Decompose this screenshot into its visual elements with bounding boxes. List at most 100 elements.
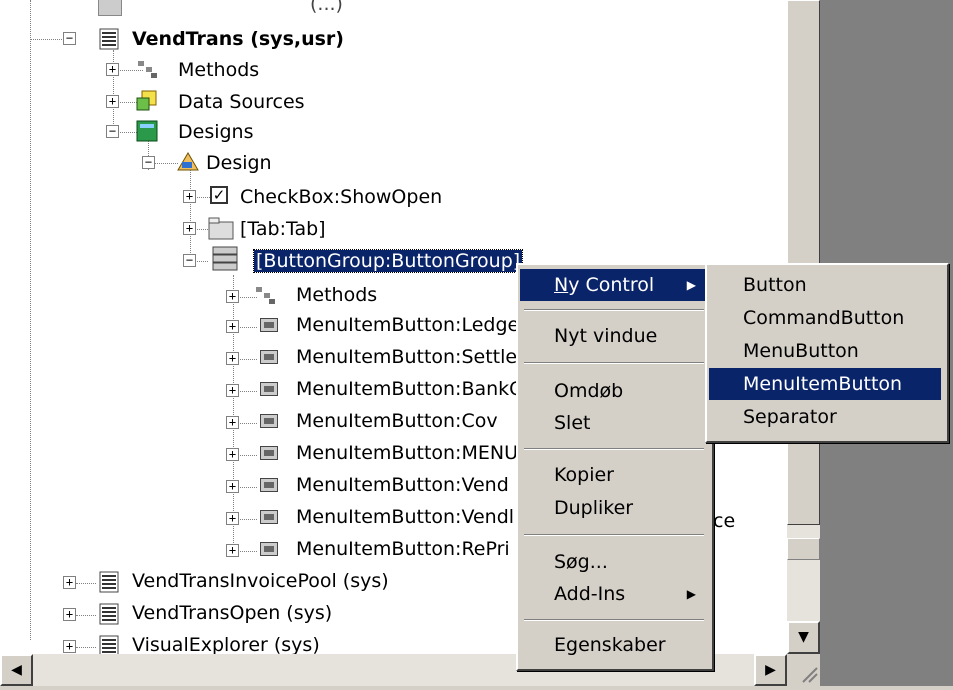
partial-text: ce (713, 505, 735, 537)
menuitembutton-icon (260, 318, 278, 332)
menu-item-sog[interactable]: Søg... (520, 546, 706, 578)
submenu-arrow-icon: ▶ (686, 587, 696, 601)
menuitembutton-icon (260, 542, 278, 556)
context-menu: Ny Control ▶ Nyt vindue Omdøb Slet Kopier… (516, 263, 714, 671)
tree-node-menuitembutton[interactable]: MenuItemButton:Ledge (296, 309, 519, 341)
collapse-icon[interactable]: − (142, 156, 155, 169)
tree-guide-line (190, 170, 191, 255)
designs-icon (136, 120, 158, 142)
node-label: MenuItemButton:Vend (296, 474, 509, 496)
scrollbar-thumb-lower[interactable] (787, 538, 820, 560)
tab-icon (208, 216, 234, 240)
expand-icon[interactable]: + (183, 222, 196, 235)
tree-node-menuitembutton[interactable]: MenuItemButton:MENU (296, 437, 518, 469)
resize-grip-icon[interactable] (787, 654, 820, 686)
node-label: MenuItemButton:MENU (296, 442, 518, 464)
submenu-item-button[interactable]: Button (709, 269, 941, 301)
form-icon (98, 635, 120, 654)
node-label: VisualExplorer (sys) (132, 634, 320, 654)
submenu-item-menuitembutton[interactable]: MenuItemButton (709, 368, 941, 400)
collapse-icon[interactable]: − (106, 125, 119, 138)
node-label: MenuItemButton:RePri (296, 538, 510, 560)
menu-item-egenskaber[interactable]: Egenskaber (520, 629, 706, 661)
tree-node-menuitembutton[interactable]: MenuItemButton:Vendl (296, 501, 514, 533)
expand-icon[interactable]: + (226, 544, 239, 557)
form-icon (98, 603, 120, 625)
menu-item-nyt-vindue[interactable]: Nyt vindue (520, 320, 706, 352)
expand-icon[interactable]: + (106, 63, 119, 76)
partial-label: ce (713, 510, 736, 532)
menu-item-label: Add-Ins (554, 583, 626, 605)
datasources-icon (136, 90, 158, 112)
expand-icon[interactable]: + (183, 190, 196, 203)
menu-separator (524, 309, 704, 311)
tree-node-checkbox[interactable]: CheckBox:ShowOpen (240, 181, 442, 213)
menu-separator (524, 619, 704, 621)
expand-icon[interactable]: + (226, 384, 239, 397)
methods-icon (136, 58, 158, 80)
methods-icon (254, 284, 276, 306)
tree-node-tab[interactable]: [Tab:Tab] (240, 213, 326, 245)
tree-node-data-sources[interactable]: Data Sources (178, 86, 305, 118)
tree-node-form[interactable]: VisualExplorer (sys) (132, 629, 320, 654)
expand-icon[interactable]: + (63, 640, 76, 653)
scroll-right-button[interactable]: ▶ (754, 654, 787, 686)
menu-separator (524, 362, 704, 364)
node-label: Data Sources (178, 91, 305, 113)
submenu-item-commandbutton[interactable]: CommandButton (709, 302, 941, 334)
tree-node-menuitembutton[interactable]: MenuItemButton:Settle (296, 341, 517, 373)
submenu-item-menubutton[interactable]: MenuButton (709, 335, 941, 367)
node-label: MenuItemButton:Ledge (296, 314, 520, 336)
menu-item-add-ins[interactable]: Add-Ins ▶ (520, 578, 706, 610)
tree-node-menuitembutton[interactable]: MenuItemButton:Cov (296, 405, 498, 437)
design-icon (176, 150, 199, 172)
buttongroup-icon (212, 246, 238, 271)
menu-item-slet[interactable]: Slet (520, 407, 706, 439)
checkbox-icon: ✓ (210, 186, 228, 204)
table-icon (98, 0, 122, 16)
tree-node-form[interactable]: VendTransOpen (sys) (132, 597, 332, 629)
scroll-left-button[interactable]: ◀ (0, 654, 33, 686)
expand-icon[interactable]: + (226, 320, 239, 333)
tree-node-methods-child[interactable]: Methods (296, 279, 377, 311)
expand-icon[interactable]: + (226, 290, 239, 303)
node-label: [ButtonGroup:ButtonGroup] (252, 249, 524, 273)
scroll-down-button[interactable]: ▼ (787, 621, 820, 654)
tree-node-menuitembutton[interactable]: MenuItemButton:Vend (296, 469, 509, 501)
tree-node-form[interactable]: VendTransInvoicePool (sys) (132, 565, 389, 597)
expand-icon[interactable]: + (226, 512, 239, 525)
expand-icon[interactable]: + (63, 608, 76, 621)
tree-node-buttongroup[interactable]: [ButtonGroup:ButtonGroup] (252, 245, 524, 277)
node-label: [Tab:Tab] (240, 218, 326, 240)
tree-node-menuitembutton[interactable]: MenuItemButton:BankC (296, 373, 522, 405)
expand-icon[interactable]: + (63, 576, 76, 589)
tree-row-partial: (...) (110, 0, 343, 20)
menu-item-omdob[interactable]: Omdøb (520, 375, 706, 407)
collapse-icon[interactable]: − (183, 254, 196, 267)
partial-label: (...) (310, 0, 343, 15)
menu-item-kopier[interactable]: Kopier (520, 459, 706, 491)
tree-guide-line (30, 0, 31, 640)
tree-node-vendtrans[interactable]: VendTrans (sys,usr) (132, 23, 344, 55)
tree-node-design[interactable]: Design (206, 147, 272, 179)
menu-item-ny-control[interactable]: Ny Control ▶ (520, 269, 706, 301)
submenu-ny-control: Button CommandButton MenuButton MenuItemBut… (705, 263, 949, 443)
expand-icon[interactable]: + (226, 416, 239, 429)
node-label: Design (206, 152, 272, 174)
expand-icon[interactable]: + (226, 352, 239, 365)
menu-separator (524, 534, 704, 536)
menuitembutton-icon (260, 510, 278, 524)
node-label: VendTransInvoicePool (sys) (132, 570, 389, 592)
submenu-item-separator[interactable]: Separator (709, 401, 941, 433)
expand-icon[interactable]: + (106, 95, 119, 108)
menuitembutton-icon (260, 350, 278, 364)
expand-icon[interactable]: + (226, 480, 239, 493)
tree-node-designs[interactable]: Designs (178, 116, 254, 148)
collapse-icon[interactable]: − (63, 32, 76, 45)
expand-icon[interactable]: + (226, 448, 239, 461)
tree-node-menuitembutton[interactable]: MenuItemButton:RePri (296, 533, 510, 565)
tree-node-methods[interactable]: Methods (178, 54, 259, 86)
node-label: MenuItemButton:Settle (296, 346, 518, 368)
node-label: MenuItemButton:Vendl (296, 506, 515, 528)
menu-item-dupliker[interactable]: Dupliker (520, 492, 706, 524)
